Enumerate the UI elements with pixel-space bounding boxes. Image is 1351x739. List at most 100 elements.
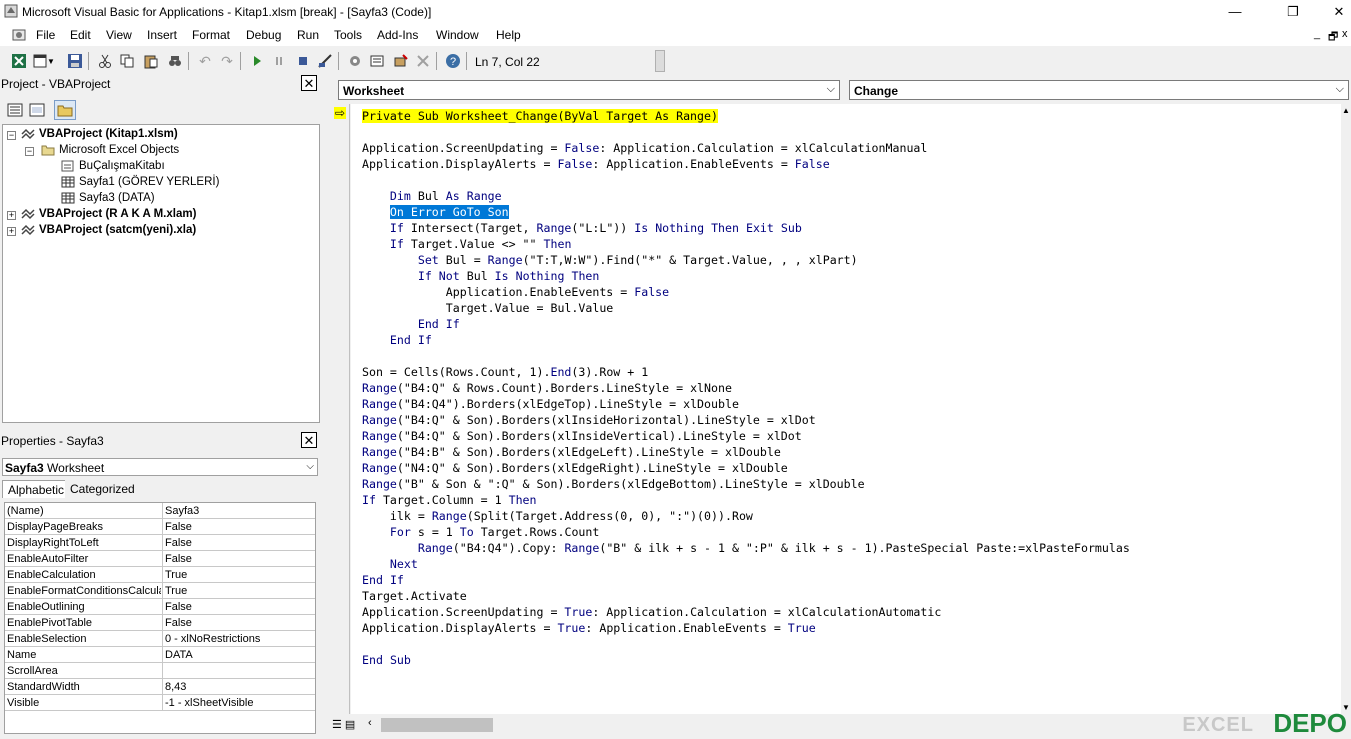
code-line[interactable]: Range("B4:Q" & Son).Borders(xlInsideVert… [362, 428, 802, 444]
property-row[interactable]: EnableOutlining False [5, 599, 315, 615]
code-line[interactable]: Range("B4:Q" & Rows.Count).Borders.LineS… [362, 380, 732, 396]
object-browser-icon[interactable] [392, 52, 410, 70]
run-icon[interactable] [248, 52, 266, 70]
code-line[interactable]: Dim Bul As Range [362, 188, 502, 204]
find-icon[interactable] [166, 52, 184, 70]
maximize-button[interactable]: ❐ [1270, 0, 1316, 24]
property-row[interactable]: EnableSelection 0 - xlNoRestrictions [5, 631, 315, 647]
margin-indicator-bar[interactable]: ⇨ [330, 104, 350, 714]
procedure-view-icon[interactable]: ☰ ▤ [332, 718, 355, 731]
scroll-left-icon[interactable]: ‹ [368, 717, 372, 729]
code-line[interactable]: Range("N4:Q" & Son).Borders(xlEdgeRight)… [362, 460, 788, 476]
cut-icon[interactable] [96, 52, 114, 70]
code-line[interactable]: If Target.Value <> "" Then [362, 236, 572, 252]
mdi-minimize-button[interactable]: _ [1314, 28, 1320, 40]
code-line[interactable]: Range("B4:Q4").Copy: Range("B" & ilk + s… [362, 540, 1130, 556]
copy-icon[interactable] [118, 52, 136, 70]
code-line[interactable]: Application.ScreenUpdating = True: Appli… [362, 604, 941, 620]
code-line[interactable]: Target.Value = Bul.Value [362, 300, 614, 316]
code-line[interactable]: Target.Activate [362, 588, 467, 604]
code-line[interactable]: End If [362, 332, 432, 348]
menu-debug[interactable]: Debug [246, 28, 281, 42]
code-line[interactable]: Private Sub Worksheet_Change(ByVal Targe… [362, 108, 718, 124]
toolbar-options-handle[interactable] [655, 50, 665, 72]
scroll-up-icon[interactable]: ▲ [1341, 106, 1351, 115]
collapse-toggle[interactable]: − [25, 147, 34, 156]
menu-edit[interactable]: Edit [70, 28, 91, 42]
code-line[interactable]: ilk = Range(Split(Target.Address(0, 0), … [362, 508, 753, 524]
property-row[interactable]: Name DATA [5, 647, 315, 663]
code-line[interactable]: Set Bul = Range("T:T,W:W").Find("*" & Ta… [362, 252, 858, 268]
property-row[interactable]: StandardWidth 8,43 [5, 679, 315, 695]
property-row[interactable]: (Name) Sayfa3 [5, 503, 315, 519]
code-line[interactable]: Range("B4:Q4").Borders(xlEdgeTop).LineSt… [362, 396, 739, 412]
object-selector[interactable]: Sayfa3 Worksheet ⌵ [2, 458, 318, 476]
insert-dropdown-icon[interactable]: ▼ [46, 52, 56, 70]
code-line[interactable]: Application.ScreenUpdating = False: Appl… [362, 140, 927, 156]
tree-item-thisworkbook[interactable]: BuÇalışmaKitabı [61, 160, 165, 172]
close-window-button[interactable]: ✕ [1316, 0, 1351, 24]
view-excel-icon[interactable] [10, 52, 28, 70]
property-row[interactable]: Visible -1 - xlSheetVisible [5, 695, 315, 711]
property-row[interactable]: EnableAutoFilter False [5, 551, 315, 567]
property-value[interactable]: 8,43 [165, 681, 186, 693]
tab-alphabetic[interactable]: Alphabetic [2, 480, 71, 498]
paste-icon[interactable] [142, 52, 160, 70]
property-row[interactable]: DisplayPageBreaks False [5, 519, 315, 535]
help-icon[interactable]: ? [444, 52, 462, 70]
code-line[interactable]: If Not Bul Is Nothing Then [362, 268, 600, 284]
tree-item-sayfa1[interactable]: Sayfa1 (GÖREV YERLERİ) [61, 176, 219, 188]
code-line[interactable]: If Target.Column = 1 Then [362, 492, 537, 508]
save-icon[interactable] [66, 52, 84, 70]
properties-window-icon[interactable] [368, 52, 386, 70]
property-value[interactable]: False [165, 601, 192, 613]
menu-add-ins[interactable]: Add-Ins [377, 28, 418, 42]
expand-toggle[interactable]: + [7, 227, 16, 236]
menu-tools[interactable]: Tools [334, 28, 362, 42]
menu-help[interactable]: Help [496, 28, 521, 42]
property-value[interactable]: True [165, 569, 187, 581]
code-line[interactable]: Range("B4:Q" & Son).Borders(xlInsideHori… [362, 412, 816, 428]
mdi-restore-button[interactable]: 🗗 [1328, 28, 1338, 47]
property-row[interactable]: EnableFormatConditionsCalculati True [5, 583, 315, 599]
property-value[interactable]: False [165, 537, 192, 549]
reset-icon[interactable] [294, 52, 312, 70]
menu-insert[interactable]: Insert [147, 28, 177, 42]
tree-item-satcm[interactable]: VBAProject (satcm(yeni).xla) [21, 224, 196, 236]
tree-item-rakam[interactable]: VBAProject (R A K A M.xlam) [21, 208, 196, 220]
code-line[interactable]: End If [362, 572, 404, 588]
undo-icon[interactable]: ↶ [196, 52, 214, 70]
menu-format[interactable]: Format [192, 28, 230, 42]
code-editor[interactable]: Private Sub Worksheet_Change(ByVal Targe… [351, 104, 1341, 714]
property-value[interactable]: True [165, 585, 187, 597]
vertical-scrollbar[interactable]: ▲ ▼ [1341, 104, 1351, 714]
property-row[interactable]: DisplayRightToLeft False [5, 535, 315, 551]
code-line[interactable]: Application.DisplayAlerts = True: Applic… [362, 620, 816, 636]
break-icon[interactable] [270, 52, 288, 70]
scroll-thumb[interactable] [381, 718, 493, 732]
property-value[interactable]: False [165, 553, 192, 565]
tab-categorized[interactable]: Categorized [65, 480, 140, 498]
property-row[interactable]: EnablePivotTable False [5, 615, 315, 631]
close-project-pane-button[interactable]: ✕ [301, 75, 317, 91]
pane-splitter[interactable] [320, 76, 330, 739]
property-value[interactable]: -1 - xlSheetVisible [165, 697, 253, 709]
code-line[interactable]: If Intersect(Target, Range("L:L")) Is No… [362, 220, 802, 236]
procedure-combo[interactable]: Change ⌵ [849, 80, 1349, 100]
code-line[interactable]: End If [362, 316, 460, 332]
property-value[interactable]: 0 - xlNoRestrictions [165, 633, 260, 645]
code-line[interactable]: Range("B" & Son & ":Q" & Son).Borders(xl… [362, 476, 865, 492]
property-row[interactable]: ScrollArea [5, 663, 315, 679]
property-value[interactable]: Sayfa3 [165, 505, 199, 517]
tree-item-kitap1[interactable]: VBAProject (Kitap1.xlsm) [21, 128, 178, 140]
code-line[interactable]: Range("B4:B" & Son).Borders(xlEdgeLeft).… [362, 444, 781, 460]
redo-icon[interactable]: ↷ [218, 52, 236, 70]
minimize-button[interactable]: — [1212, 0, 1258, 24]
code-line[interactable]: For s = 1 To Target.Rows.Count [362, 524, 599, 540]
toggle-folders-icon[interactable] [54, 100, 76, 120]
design-mode-icon[interactable] [316, 52, 334, 70]
collapse-toggle[interactable]: − [7, 131, 16, 140]
view-object-icon[interactable] [26, 100, 48, 120]
code-line[interactable]: Next [362, 556, 418, 572]
toolbox-icon[interactable] [414, 52, 432, 70]
